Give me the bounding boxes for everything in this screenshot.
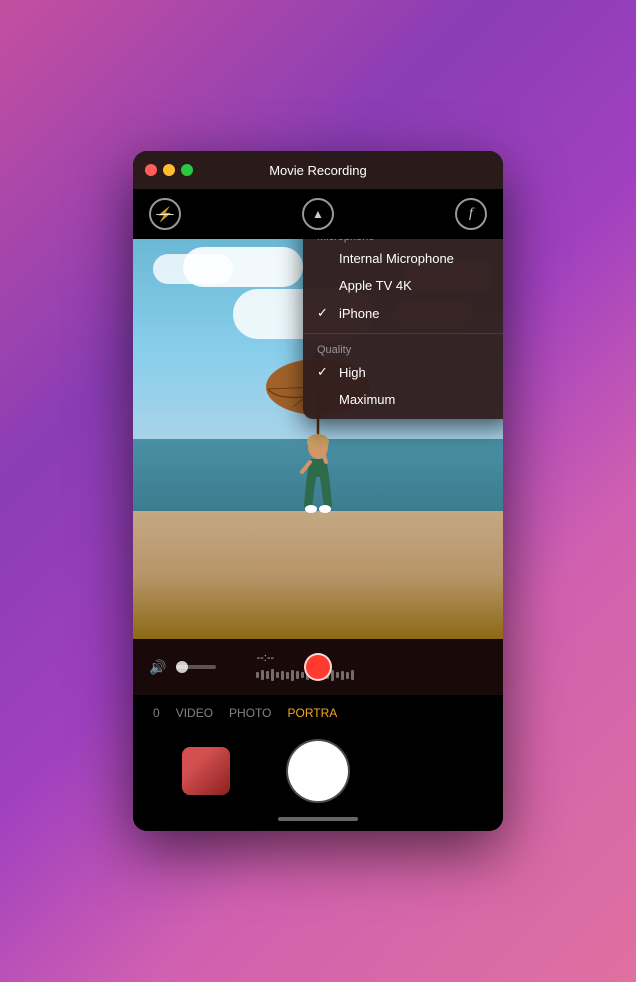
flash-button[interactable]: ⚡ [149,198,181,230]
mic-iphone-label: iPhone [339,306,379,321]
waveform-bar [256,672,259,678]
filter-button[interactable]: f [455,198,487,230]
traffic-lights [145,164,193,176]
controls-bar: 🔊 --:-- [133,639,503,695]
dropdown-menu: Camera FaceTime HD Camera (Built-in) App… [303,239,503,419]
waveform-bar [286,672,289,679]
flash-icon: ⚡ [156,206,173,223]
mic-appletv-item[interactable]: Apple TV 4K [303,272,503,299]
mic-internal-item[interactable]: Internal Microphone [303,245,503,272]
window-title: Movie Recording [269,163,367,178]
check-icon-3: ✓ [317,364,331,380]
chevron-up-icon: ▲ [312,207,324,221]
waveform-bar [266,671,269,679]
quality-high-item[interactable]: ✓ High [303,358,503,386]
close-button[interactable] [145,164,157,176]
minimize-button[interactable] [163,164,175,176]
mic-appletv-label: Apple TV 4K [339,278,412,293]
mic-internal-label: Internal Microphone [339,251,454,266]
main-window: Movie Recording ⚡ ▲ f [133,151,503,831]
tab-video[interactable]: VIDEO [176,706,213,720]
quality-high-label: High [339,365,366,380]
timer-display: --:-- [256,652,487,664]
tab-0[interactable]: 0 [153,706,160,720]
waveform [256,668,487,682]
title-bar: Movie Recording [133,151,503,189]
bottom-bar [133,731,503,811]
home-bar [133,811,503,831]
waveform-bar [351,670,354,680]
camera-view: Camera FaceTime HD Camera (Built-in) App… [133,239,503,639]
waveform-bar [346,672,349,679]
waveform-bar [341,671,344,680]
mode-tabs: 0 VIDEO PHOTO PORTRA [133,695,503,731]
chevron-up-button[interactable]: ▲ [302,198,334,230]
quality-maximum-label: Maximum [339,392,395,407]
waveform-bar [271,669,274,681]
thumbnail-image [182,747,230,795]
check-icon-2: ✓ [317,305,331,321]
record-button[interactable] [304,653,332,681]
shutter-button[interactable] [288,741,348,801]
waveform-bar [281,671,284,680]
tab-portrait[interactable]: PORTRA [287,706,337,720]
cloud-2 [183,247,303,287]
waveform-bar [331,670,334,681]
sand-bg [133,511,503,639]
waveform-bar [296,671,299,679]
volume-icon: 🔊 [149,659,166,676]
volume-slider[interactable] [176,665,216,669]
waveform-bar [261,670,264,680]
top-controls: ⚡ ▲ f [133,189,503,239]
microphone-section: Microphone Internal Microphone Apple TV … [303,239,503,333]
waveform-bar [276,672,279,678]
mic-iphone-item[interactable]: ✓ iPhone [303,299,503,327]
waveform-bar [301,672,304,678]
waveform-bar [336,672,339,678]
waveform-bar [291,670,294,681]
thumbnail[interactable] [182,747,230,795]
maximize-button[interactable] [181,164,193,176]
placeholder [406,747,454,795]
quality-section-header: Quality [303,340,503,358]
quality-maximum-item[interactable]: Maximum [303,386,503,413]
filter-icon: f [469,206,473,222]
home-indicator [278,817,358,821]
quality-section: Quality ✓ High Maximum [303,333,503,419]
tab-photo[interactable]: PHOTO [229,706,271,720]
